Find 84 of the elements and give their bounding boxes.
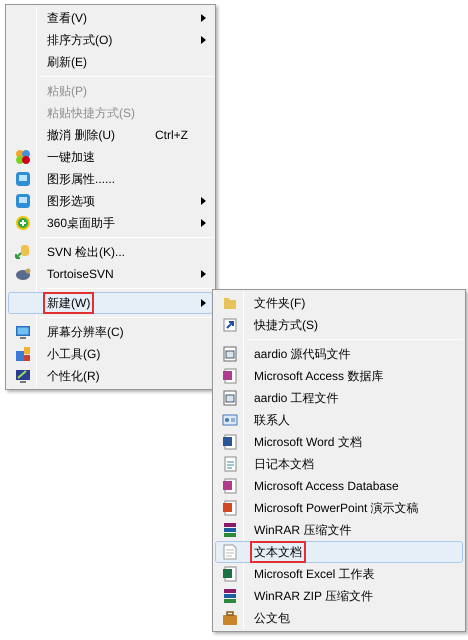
menu-item[interactable]: TortoiseSVN — [8, 263, 213, 285]
menu-item-label: WinRAR 压缩文件 — [254, 523, 352, 537]
menu-item-label: Microsoft Word 文档 — [254, 435, 362, 449]
menu-item[interactable]: 文件夹(F) — [215, 292, 463, 314]
database-arrow-icon — [15, 244, 31, 260]
word-document-icon — [222, 434, 238, 450]
menu-item-label: SVN 检出(K)... — [47, 245, 126, 259]
menu-item-label: 撤消 删除(U) — [47, 128, 115, 142]
window-file-icon — [222, 390, 238, 406]
menu-item-label: 文本文档 — [254, 545, 302, 559]
menu-item-label: Microsoft Excel 工作表 — [254, 567, 375, 581]
menu-item-label: 粘贴快捷方式(S) — [47, 106, 135, 120]
stacked-books-icon — [222, 522, 238, 538]
menu-item-label: 刷新(E) — [47, 55, 87, 69]
menu-item-label: 图形属性...... — [47, 172, 116, 186]
contact-card-icon — [222, 412, 238, 428]
menu-item[interactable]: 小工具(G) — [8, 343, 213, 365]
menu-item[interactable]: WinRAR ZIP 压缩文件 — [215, 585, 463, 607]
menu-item[interactable]: aardio 源代码文件 — [215, 343, 463, 365]
menu-item-label: 联系人 — [254, 413, 290, 427]
menu-item-label: 个性化(R) — [47, 369, 100, 383]
folder-icon — [222, 295, 238, 311]
menu-item-label: 屏幕分辨率(C) — [47, 325, 124, 339]
text-document-icon — [222, 544, 238, 560]
menu-item-label: 查看(V) — [47, 11, 87, 25]
menu-item[interactable]: 快捷方式(S) — [215, 314, 463, 336]
window-file-icon — [222, 346, 238, 362]
menu-item[interactable]: 一键加速 — [8, 146, 213, 168]
gadgets-icon — [15, 346, 31, 362]
menu-item[interactable]: 公文包 — [215, 607, 463, 629]
menu-item[interactable]: 图形属性...... — [8, 168, 213, 190]
menu-item[interactable]: 个性化(R) — [8, 365, 213, 387]
access-document-icon — [222, 368, 238, 384]
monitor-brush-icon — [15, 368, 31, 384]
menu-item[interactable]: 文本文档 — [215, 541, 463, 563]
menu-item[interactable]: 联系人 — [215, 409, 463, 431]
powerpoint-document-icon — [222, 500, 238, 516]
colored-balls-icon — [15, 149, 31, 165]
menu-item[interactable]: 图形选项 — [8, 190, 213, 212]
menu-item[interactable]: aardio 工程文件 — [215, 387, 463, 409]
turtle-icon — [15, 266, 31, 282]
menu-item[interactable]: Microsoft PowerPoint 演示文稿 — [215, 497, 463, 519]
menu-item[interactable]: Microsoft Access 数据库 — [215, 365, 463, 387]
briefcase-icon — [222, 610, 238, 626]
menu-item[interactable]: 排序方式(O) — [8, 29, 213, 51]
monitor-icon — [15, 193, 31, 209]
menu-item-label: 粘贴(P) — [47, 84, 87, 98]
menu-item-label: aardio 工程文件 — [254, 391, 339, 405]
shortcut-label: Ctrl+Z — [155, 127, 188, 144]
plus-circle-icon — [15, 215, 31, 231]
menu-item[interactable]: 屏幕分辨率(C) — [8, 321, 213, 343]
access-document-icon — [222, 478, 238, 494]
monitor-icon — [15, 171, 31, 187]
menu-item-label: 360桌面助手 — [47, 216, 116, 230]
menu-item-label: 快捷方式(S) — [254, 318, 318, 332]
menu-item[interactable]: WinRAR 压缩文件 — [215, 519, 463, 541]
menu-item[interactable]: 360桌面助手 — [8, 212, 213, 234]
menu-item-label: 文件夹(F) — [254, 296, 306, 310]
menu-item[interactable]: 日记本文档 — [215, 453, 463, 475]
menu-item[interactable]: SVN 检出(K)... — [8, 241, 213, 263]
menu-item-label: 新建(W) — [47, 296, 90, 310]
menu-item-label: aardio 源代码文件 — [254, 347, 351, 361]
menu-item[interactable]: Microsoft Word 文档 — [215, 431, 463, 453]
menu-item-label: 图形选项 — [47, 194, 95, 208]
menu-item-label: 公文包 — [254, 611, 290, 625]
menu-item[interactable]: Microsoft Excel 工作表 — [215, 563, 463, 585]
menu-item-label: Microsoft PowerPoint 演示文稿 — [254, 501, 419, 515]
menu-item-label: Microsoft Access 数据库 — [254, 369, 384, 383]
menu-item[interactable]: 新建(W) — [8, 292, 213, 314]
stacked-books-icon — [222, 588, 238, 604]
menu-item[interactable]: Microsoft Access Database — [215, 475, 463, 497]
menu-item-label: 日记本文档 — [254, 457, 314, 471]
menu-item[interactable]: 撤消 删除(U) Ctrl+Z — [8, 124, 213, 146]
menu-item-label: TortoiseSVN — [47, 267, 114, 281]
excel-document-icon — [222, 566, 238, 582]
menu-item-label: WinRAR ZIP 压缩文件 — [254, 589, 374, 603]
journal-document-icon — [222, 456, 238, 472]
menu-item-label: 小工具(G) — [47, 347, 100, 361]
menu-item-label: 一键加速 — [47, 150, 95, 164]
menu-item-label: Microsoft Access Database — [254, 479, 399, 493]
menu-item-label: 排序方式(O) — [47, 33, 112, 47]
menu-item[interactable]: 刷新(E) — [8, 51, 213, 73]
monitor-icon — [15, 324, 31, 340]
menu-item[interactable]: 查看(V) — [8, 7, 213, 29]
